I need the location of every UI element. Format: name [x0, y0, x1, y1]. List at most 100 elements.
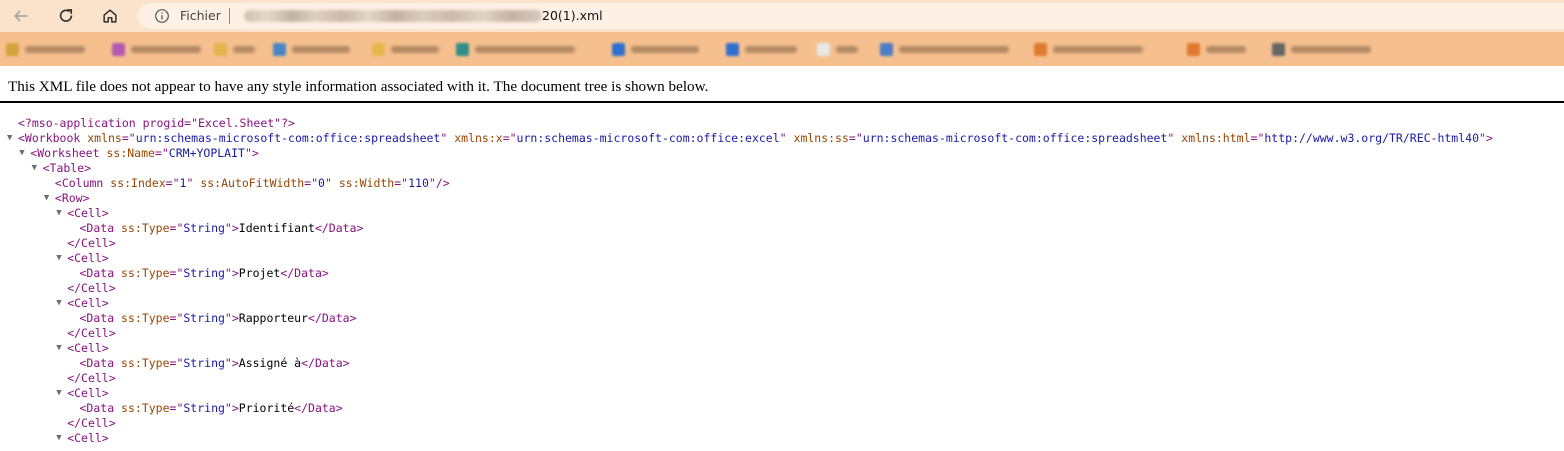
data-line: <Data ss:Type="String">Identifiant</Data…	[80, 221, 364, 236]
cell-close-line: </Cell>	[67, 236, 115, 251]
bookmark-item[interactable]	[6, 41, 85, 57]
bookmark-favicon-icon	[1272, 42, 1285, 56]
attribute-value: http://www.w3.org/TR/REC-html40	[1264, 131, 1480, 145]
attribute-quote: ="	[169, 221, 184, 235]
attribute-quote: ="	[121, 131, 136, 145]
tag-name: <Cell>	[67, 206, 109, 220]
tag-name: <Cell>	[67, 296, 109, 310]
processing-instruction-line: <?mso-application progid="Excel.Sheet"?>	[18, 116, 295, 131]
tag-bracket: ">	[224, 221, 239, 235]
bookmark-favicon-icon	[372, 42, 385, 56]
bookmark-label-redacted	[25, 45, 85, 53]
url-redacted-path	[244, 10, 542, 22]
cell-close-line: </Cell>	[67, 281, 115, 296]
cell-open-line: <Cell>	[67, 296, 109, 311]
bookmark-item[interactable]	[1187, 41, 1246, 57]
tag-name: <Data	[79, 401, 115, 415]
tag-name: <Cell>	[67, 341, 109, 355]
home-button[interactable]	[96, 2, 124, 30]
collapse-toggle-icon[interactable]: ▼	[56, 251, 65, 266]
tag-name: <Column	[54, 176, 104, 190]
reload-button[interactable]	[52, 2, 80, 30]
info-icon[interactable]	[154, 8, 170, 24]
attribute-value: urn:schemas-microsoft-com:office:excel	[516, 131, 780, 145]
attribute-name: xmlns:html	[1174, 131, 1251, 145]
cell-text: Rapporteur	[238, 311, 309, 325]
tag-name: </Cell>	[67, 371, 116, 385]
bookmark-favicon-icon	[726, 42, 739, 56]
tag-name: </Data>	[280, 266, 329, 280]
attribute-quote: ="	[169, 356, 184, 370]
bookmark-label-redacted	[391, 45, 439, 53]
table-open-line: <Table>	[43, 161, 91, 176]
attribute-name: ss:Index	[103, 176, 166, 190]
bookmark-label-redacted	[1053, 45, 1143, 53]
tag-name: </Data>	[294, 401, 343, 415]
bookmark-item[interactable]	[273, 41, 350, 57]
tag-name: <Data	[79, 311, 115, 325]
back-button[interactable]	[7, 2, 35, 30]
collapse-toggle-icon[interactable]: ▼	[56, 431, 65, 446]
bookmark-label-redacted	[836, 45, 858, 53]
bookmark-favicon-icon	[273, 42, 286, 56]
address-separator	[229, 8, 230, 24]
bookmark-item[interactable]	[214, 41, 255, 57]
attribute-quote: ="	[502, 131, 517, 145]
collapse-toggle-icon[interactable]: ▼	[56, 296, 65, 311]
xml-notice: This XML file does not appear to have an…	[8, 78, 709, 95]
bookmark-item[interactable]	[726, 41, 797, 57]
cell-open-line: <Cell>	[67, 206, 109, 221]
address-bar[interactable]: Fichier 20(1).xml	[138, 3, 1564, 29]
attribute-name: ss:Type	[114, 221, 170, 235]
attribute-quote: ="	[169, 401, 184, 415]
cell-open-line: <Cell>	[67, 251, 109, 266]
cell-text: Priorité	[238, 401, 295, 415]
attribute-name: ss:Type	[114, 401, 170, 415]
cell-close-line: </Cell>	[67, 371, 115, 386]
attribute-value: urn:schemas-microsoft-com:office:spreads…	[135, 131, 441, 145]
bookmark-favicon-icon	[214, 42, 227, 56]
bookmark-label-redacted	[131, 45, 201, 53]
attribute-quote: ="	[169, 266, 184, 280]
bookmark-item[interactable]	[612, 41, 699, 57]
bookmark-item[interactable]	[880, 41, 1009, 57]
bookmark-item[interactable]	[456, 41, 575, 57]
bookmark-item[interactable]	[112, 41, 201, 57]
data-line: <Data ss:Type="String">Assigné à</Data>	[80, 356, 350, 371]
bookmark-favicon-icon	[612, 42, 625, 56]
tag-bracket: ">	[224, 356, 239, 370]
tag-bracket: ">	[224, 401, 239, 415]
attribute-value: String	[183, 401, 225, 415]
cell-text: Projet	[238, 266, 281, 280]
tag-bracket: />	[435, 176, 450, 190]
collapse-toggle-icon[interactable]: ▼	[44, 191, 53, 206]
bookmark-item[interactable]	[817, 41, 858, 57]
attribute-quote: "	[324, 176, 332, 190]
back-arrow-icon	[14, 10, 28, 22]
data-line: <Data ss:Type="String">Projet</Data>	[80, 266, 329, 281]
browser-toolbar: Fichier 20(1).xml	[0, 0, 1564, 32]
tag-name: <Cell>	[67, 386, 109, 400]
bookmark-item[interactable]	[1034, 41, 1143, 57]
bookmark-favicon-icon	[817, 42, 830, 56]
bookmark-item[interactable]	[1272, 41, 1371, 57]
attribute-value: 110	[408, 176, 429, 190]
collapse-toggle-icon[interactable]: ▼	[56, 386, 65, 401]
tag-name: </Data>	[308, 311, 357, 325]
tag-name: <Workbook	[18, 131, 81, 145]
tag-bracket: >	[84, 161, 92, 175]
bookmark-label-redacted	[475, 45, 575, 53]
collapse-toggle-icon[interactable]: ▼	[56, 341, 65, 356]
collapse-toggle-icon[interactable]: ▼	[32, 161, 41, 176]
attribute-quote: ="	[165, 176, 180, 190]
bookmark-item[interactable]	[372, 41, 439, 57]
url-text: 20(1).xml	[542, 8, 603, 23]
collapse-toggle-icon[interactable]: ▼	[7, 131, 16, 146]
collapse-toggle-icon[interactable]: ▼	[56, 206, 65, 221]
bookmark-favicon-icon	[112, 42, 125, 56]
tag-name: <Cell>	[67, 251, 109, 265]
collapse-toggle-icon[interactable]: ▼	[19, 146, 28, 161]
tag-name: </Cell>	[67, 416, 116, 430]
processing-instruction: <?mso-application progid="Excel.Sheet"?>	[18, 116, 295, 130]
cell-close-line: </Cell>	[67, 416, 115, 431]
